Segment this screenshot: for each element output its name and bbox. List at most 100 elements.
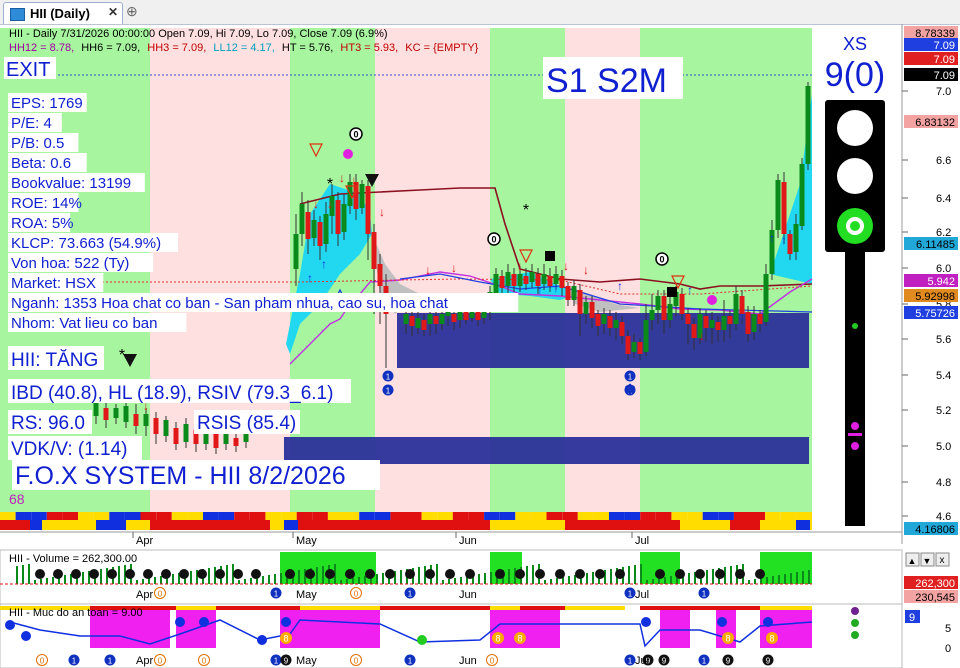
candle-body <box>371 232 377 269</box>
candle-body <box>613 320 619 328</box>
info-line: P/B: 0.5 <box>11 135 64 152</box>
volume-bar <box>208 568 210 584</box>
safety-title: HII - Muc do an toan = 9.00 <box>9 607 143 619</box>
candle-body <box>727 316 733 324</box>
price-tag-label: 4.16806 <box>915 524 955 536</box>
color-strip-cell <box>0 512 16 520</box>
candle-body <box>505 272 511 286</box>
volume-bar <box>454 578 456 584</box>
safety-top-strip-red <box>640 606 760 610</box>
volume-bar <box>712 569 714 584</box>
volume-bar <box>640 564 642 584</box>
light-pole <box>845 252 865 526</box>
candle-body <box>793 224 799 252</box>
month-label: Jul <box>635 535 649 547</box>
ll12-value: LL12 = 4.17, <box>213 42 274 54</box>
small-number: 68 <box>9 491 25 507</box>
bottom-marker-label: 0 <box>354 657 359 666</box>
volume-dot <box>53 569 63 579</box>
volume-bar <box>298 570 300 584</box>
new-tab-icon[interactable]: ⊕ <box>126 3 138 20</box>
info-line: ROE: 14% <box>11 195 82 212</box>
system-label: F.O.X SYSTEM - HII 8/2/2026 <box>15 462 346 490</box>
volume-bar <box>754 579 756 584</box>
light-top <box>837 110 873 146</box>
pane-down-glyph: ▼ <box>923 556 932 566</box>
volume-dot <box>107 569 117 579</box>
volume-bar <box>418 567 420 584</box>
volume-bar <box>646 580 648 584</box>
close-icon[interactable]: ✕ <box>108 5 118 19</box>
safety-top-strip <box>176 606 216 610</box>
volume-dot <box>325 569 335 579</box>
volume-bar <box>802 571 804 584</box>
volume-dot <box>445 569 455 579</box>
header-line1: HII - Daily 7/31/2026 00:00:00 Open 7.09… <box>9 28 388 40</box>
candle-body <box>631 342 637 352</box>
color-strip-cell <box>203 512 219 520</box>
month-label: May <box>296 535 317 547</box>
ibd-label: IBD (40.8), HL (18.9), RSIV (79.3_6.1) <box>11 383 333 404</box>
down-arrow-icon: ↓ <box>313 197 319 211</box>
volume-bar <box>652 579 654 584</box>
color-strip-cell <box>765 512 781 520</box>
candle-body <box>667 304 673 320</box>
safety-month-label: Jul <box>635 655 649 667</box>
color-strip-cell <box>687 512 703 520</box>
color-strip-cell <box>702 512 719 520</box>
rsis-label: RSIS (85.4) <box>197 413 296 434</box>
volume-bar <box>268 575 270 584</box>
volume-bar <box>136 580 138 584</box>
candle-body <box>341 204 347 232</box>
safety-dot <box>281 617 291 627</box>
chart-canvas[interactable]: ↓↓ ↓↓ ↓↓↓ ↓ ↓ ↓ ↓↓↑↑↑ ↑ ↑ ↑↑↑ ↑000***1111✻ HII - D… <box>0 24 960 668</box>
candle-body <box>775 180 781 230</box>
volume-bar <box>340 580 342 584</box>
volume-bar <box>250 578 252 584</box>
light-middle <box>837 158 873 194</box>
volume-bar <box>688 573 690 584</box>
volume-bar <box>52 577 54 584</box>
bottom-marker-label: 0 <box>202 657 207 666</box>
candle-body <box>403 314 409 324</box>
candle-body <box>601 314 607 324</box>
down-arrow-icon: ↓ <box>563 259 569 273</box>
candle-body <box>721 316 727 330</box>
volume-bar <box>16 566 18 584</box>
safety-eight-label: 8 <box>495 634 500 644</box>
volume-bar <box>364 576 366 584</box>
color-strip-cell <box>46 512 63 520</box>
exit-label: EXIT <box>6 59 50 81</box>
candle-body <box>103 408 109 420</box>
candle-body <box>511 274 517 286</box>
volume-dot <box>161 569 171 579</box>
volume-dot <box>143 569 153 579</box>
pole-bar-magenta <box>848 433 862 436</box>
candle-body <box>595 314 601 326</box>
color-strip-red <box>565 520 640 530</box>
tab-hii-daily[interactable]: HII (Daily) ✕ <box>3 2 123 24</box>
volume-marker-label: 0 <box>158 590 163 599</box>
zero-circle-label: 0 <box>491 235 496 245</box>
color-strip-cell <box>640 512 656 520</box>
up-arrow-icon: ↑ <box>687 283 693 297</box>
volume-dot <box>71 569 81 579</box>
volume-dot <box>515 569 525 579</box>
safety-top-strip-red <box>216 606 300 610</box>
bottom-marker-label: 1 <box>628 657 633 666</box>
volume-bar <box>142 579 144 584</box>
volume-marker-label: 1 <box>628 590 633 599</box>
safety-top-strip <box>565 606 625 610</box>
candle-body <box>427 314 433 324</box>
candle-body <box>637 342 643 354</box>
safety-dot <box>199 617 209 627</box>
volume-bar <box>490 572 492 584</box>
volume-bar <box>226 565 228 584</box>
volume-tag-label: 230,545 <box>915 592 955 604</box>
blue-one-label: 1 <box>386 373 391 382</box>
candle-body <box>153 418 159 434</box>
volume-bar <box>274 574 276 584</box>
color-strip-cell <box>749 512 766 520</box>
pane-up-glyph: ▲ <box>908 556 917 566</box>
pane-close-glyph: x <box>940 555 945 566</box>
